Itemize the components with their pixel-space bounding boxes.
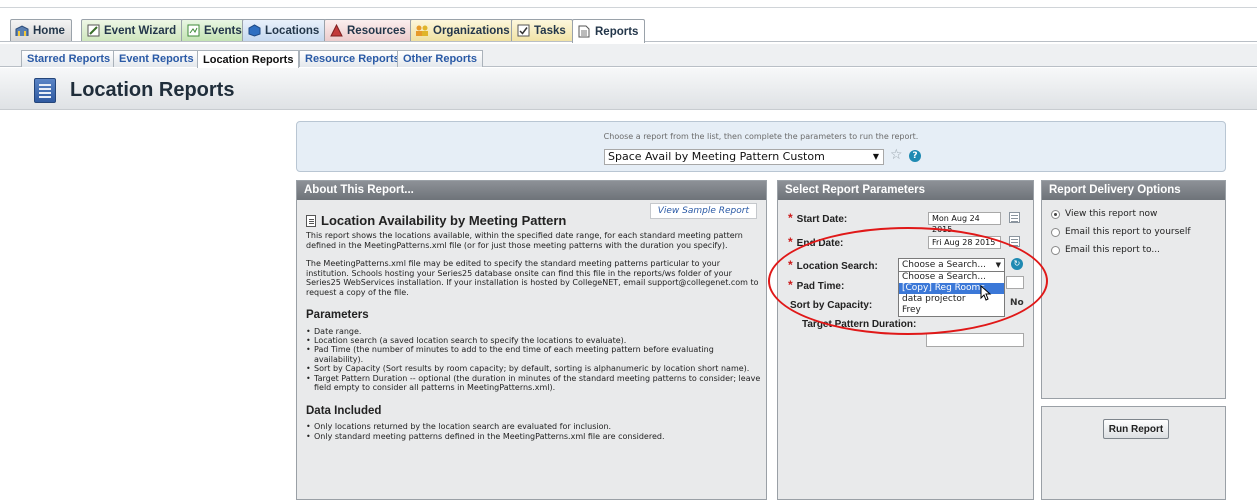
about-panel-header: About This Report...	[297, 181, 766, 200]
required-marker: *	[788, 235, 793, 249]
list-item: Location search (a saved location search…	[306, 336, 761, 346]
subtab-event-reports[interactable]: Event Reports	[113, 50, 200, 67]
tab-locations[interactable]: Locations	[242, 19, 327, 41]
wizard-icon	[86, 24, 100, 37]
required-marker: *	[788, 211, 793, 225]
target-duration-label: Target Pattern Duration:	[802, 319, 917, 330]
delivery-option-email-other[interactable]: Email this report to...	[1051, 245, 1160, 255]
dropdown-option[interactable]: Frey	[899, 305, 1004, 316]
required-marker: *	[788, 278, 793, 292]
required-marker: *	[788, 258, 793, 272]
description-paragraph: The MeetingPatterns.xml file may be edit…	[306, 259, 759, 297]
description-paragraph: This report shows the locations availabl…	[306, 231, 743, 250]
chooser-hint: Choose a report from the list, then comp…	[603, 132, 919, 141]
list-item: Sort by Capacity (Sort results by room c…	[306, 364, 761, 374]
home-icon	[15, 24, 29, 37]
report-title: Location Availability by Meeting Pattern	[306, 213, 761, 228]
tab-events[interactable]: Events	[181, 19, 249, 41]
page-title: Location Reports	[70, 79, 235, 101]
top-divider	[0, 7, 1257, 8]
help-icon[interactable]: ?	[909, 150, 921, 162]
delivery-panel: Report Delivery Options View this report…	[1041, 180, 1226, 399]
refresh-icon[interactable]: ↻	[1011, 258, 1023, 270]
tab-reports[interactable]: Reports	[572, 19, 646, 43]
calendar-icon[interactable]	[1009, 212, 1020, 223]
report-document-icon	[34, 78, 56, 103]
sub-tab-bar: Starred Reports Event Reports Location R…	[0, 44, 1257, 68]
tab-event-wizard[interactable]: Event Wizard	[81, 19, 184, 41]
location-icon	[247, 24, 261, 37]
subtab-other-reports[interactable]: Other Reports	[397, 50, 483, 67]
tab-organizations[interactable]: Organizations	[410, 19, 517, 41]
dropdown-arrow-icon: ▼	[872, 152, 879, 161]
tab-resources[interactable]: Resources	[324, 19, 413, 41]
radio-icon[interactable]	[1051, 245, 1060, 255]
dropdown-option[interactable]: Choose a Search...	[899, 272, 1004, 283]
sort-capacity-label: Sort by Capacity:	[790, 300, 873, 311]
events-icon	[186, 24, 200, 37]
location-search-select[interactable]: Choose a Search... ▼	[898, 258, 1005, 272]
subtab-resource-reports[interactable]: Resource Reports	[299, 50, 406, 67]
delivery-panel-header: Report Delivery Options	[1042, 181, 1225, 200]
sort-no-option[interactable]: No	[1010, 298, 1024, 308]
list-item: Only locations returned by the location …	[306, 422, 761, 432]
main-tab-bar: Home Event Wizard Events Locations Resou…	[0, 7, 1257, 43]
subtab-starred-reports[interactable]: Starred Reports	[21, 50, 117, 67]
subtab-location-reports[interactable]: Location Reports	[197, 50, 300, 68]
parameters-panel-header: Select Report Parameters	[778, 181, 1033, 200]
delivery-option-email-self[interactable]: Email this report to yourself	[1051, 227, 1191, 237]
end-date-input[interactable]: Fri Aug 28 2015	[928, 236, 1001, 249]
list-item: Date range.	[306, 327, 761, 337]
run-panel: Run Report	[1041, 406, 1226, 500]
end-date-label: * End Date:	[788, 235, 844, 249]
about-panel: About This Report... View Sample Report …	[296, 180, 767, 500]
resources-icon	[329, 24, 343, 37]
about-content: Location Availability by Meeting Pattern…	[306, 213, 761, 441]
data-included-list: Only locations returned by the location …	[306, 422, 761, 441]
list-item: Target Pattern Duration -- optional (the…	[306, 374, 761, 393]
reports-icon	[577, 25, 591, 38]
report-chooser: Choose a report from the list, then comp…	[296, 121, 1226, 172]
parameters-heading: Parameters	[306, 308, 369, 321]
target-duration-input[interactable]	[926, 333, 1024, 347]
radio-icon[interactable]	[1051, 227, 1060, 237]
run-report-button[interactable]: Run Report	[1103, 419, 1169, 439]
list-item: Pad Time (the number of minutes to add t…	[306, 345, 761, 364]
start-date-input[interactable]: Mon Aug 24 2015	[928, 212, 1001, 234]
star-icon[interactable]: ☆	[890, 147, 903, 163]
document-icon	[306, 214, 316, 227]
list-item: Only standard meeting patterns defined i…	[306, 432, 761, 442]
pointer-cursor-icon	[980, 284, 992, 301]
report-select[interactable]: Space Avail by Meeting Pattern Custom ▼	[604, 149, 884, 165]
tab-tasks[interactable]: Tasks	[511, 19, 573, 41]
radio-selected-icon[interactable]	[1051, 209, 1060, 219]
page-title-bar: Location Reports	[0, 68, 1257, 110]
calendar-icon[interactable]	[1009, 236, 1020, 247]
pad-time-label: * Pad Time:	[788, 278, 845, 292]
tab-home[interactable]: Home	[10, 19, 72, 41]
parameters-list: Date range. Location search (a saved loc…	[306, 327, 761, 393]
start-date-label: * Start Date:	[788, 211, 848, 225]
tasks-icon	[516, 24, 530, 37]
organizations-icon	[415, 24, 429, 37]
location-search-label: * Location Search:	[788, 258, 878, 272]
pad-time-input[interactable]	[1006, 276, 1024, 289]
delivery-option-view[interactable]: View this report now	[1051, 209, 1157, 219]
data-included-heading: Data Included	[306, 404, 382, 417]
parameters-panel: Select Report Parameters * Start Date: Mo…	[777, 180, 1034, 500]
dropdown-arrow-icon: ▼	[995, 261, 1001, 269]
